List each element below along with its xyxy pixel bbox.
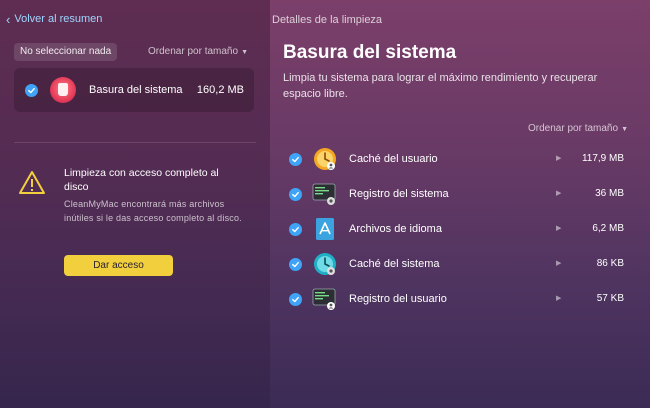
checkbox-checked-icon[interactable] (25, 84, 38, 97)
caret-down-icon: ▼ (621, 126, 628, 133)
back-label: Volver al resumen (14, 13, 103, 25)
select-none-button[interactable]: No seleccionar nada (14, 43, 118, 61)
item-name: Archivos de idioma (349, 223, 442, 235)
list-item[interactable]: Caché del usuario ▶ 117,9 MB (288, 146, 628, 176)
disclosure-arrow-icon[interactable]: ▶ (556, 189, 561, 197)
item-size: 36 MB (595, 188, 624, 199)
user-cache-icon (314, 148, 336, 170)
page-title: Basura del sistema (283, 42, 457, 63)
item-size: 86 KB (596, 258, 624, 269)
list-item[interactable]: Caché del sistema ▶ 86 KB (288, 251, 628, 281)
item-name: Registro del usuario (349, 293, 447, 305)
checkbox-checked-icon[interactable] (289, 258, 302, 271)
selection-bar: No seleccionar nada Ordenar por tamaño ▼ (14, 43, 256, 61)
warning-icon (19, 171, 45, 194)
window-title: Detalles de la limpieza (272, 14, 383, 26)
disclosure-arrow-icon[interactable]: ▶ (556, 259, 561, 267)
sort-label: Ordenar por tamaño (528, 123, 619, 134)
item-size: 117,9 MB (581, 153, 624, 164)
checkbox-checked-icon[interactable] (289, 223, 302, 236)
disclosure-arrow-icon[interactable]: ▶ (556, 154, 561, 162)
item-name: Caché del sistema (349, 258, 440, 270)
warning-text: CleanMyMac encontrará más archivos inúti… (64, 199, 242, 223)
list-item[interactable]: Registro del usuario ▶ 57 KB (288, 286, 628, 316)
category-size: 160,2 MB (196, 84, 244, 96)
disclosure-arrow-icon[interactable]: ▶ (556, 294, 561, 302)
chevron-left-icon: ‹ (6, 11, 11, 27)
warning-title: Limpieza con acceso completo al disco (64, 167, 219, 193)
trash-icon (50, 77, 76, 103)
item-name: Registro del sistema (349, 188, 449, 200)
page-description: Limpia tu sistema para lograr el máximo … (283, 72, 598, 100)
system-log-icon (312, 183, 336, 205)
sort-dropdown-left[interactable]: Ordenar por tamaño ▼ (148, 43, 248, 62)
disclosure-arrow-icon[interactable]: ▶ (556, 224, 561, 232)
system-cache-icon (314, 253, 336, 275)
checkbox-checked-icon[interactable] (289, 188, 302, 201)
category-name: Basura del sistema (89, 84, 183, 96)
list-item[interactable]: Archivos de idioma ▶ 6,2 MB (288, 216, 628, 246)
language-files-icon (316, 218, 334, 240)
grant-access-button[interactable]: Dar acceso (64, 255, 173, 276)
user-log-icon (312, 288, 336, 310)
checkbox-checked-icon[interactable] (289, 293, 302, 306)
back-button[interactable]: ‹ Volver al resumen (6, 11, 103, 27)
list-item[interactable]: Registro del sistema ▶ 36 MB (288, 181, 628, 211)
item-size: 57 KB (596, 293, 624, 304)
checkbox-checked-icon[interactable] (289, 153, 302, 166)
item-name: Caché del usuario (349, 153, 438, 165)
sort-label: Ordenar por tamaño (148, 46, 239, 57)
sort-dropdown[interactable]: Ordenar por tamaño ▼ (528, 123, 628, 134)
selected-category-card[interactable]: Basura del sistema 160,2 MB (14, 68, 254, 112)
caret-down-icon: ▼ (241, 49, 248, 56)
item-size: 6,2 MB (592, 223, 624, 234)
divider (14, 142, 256, 143)
